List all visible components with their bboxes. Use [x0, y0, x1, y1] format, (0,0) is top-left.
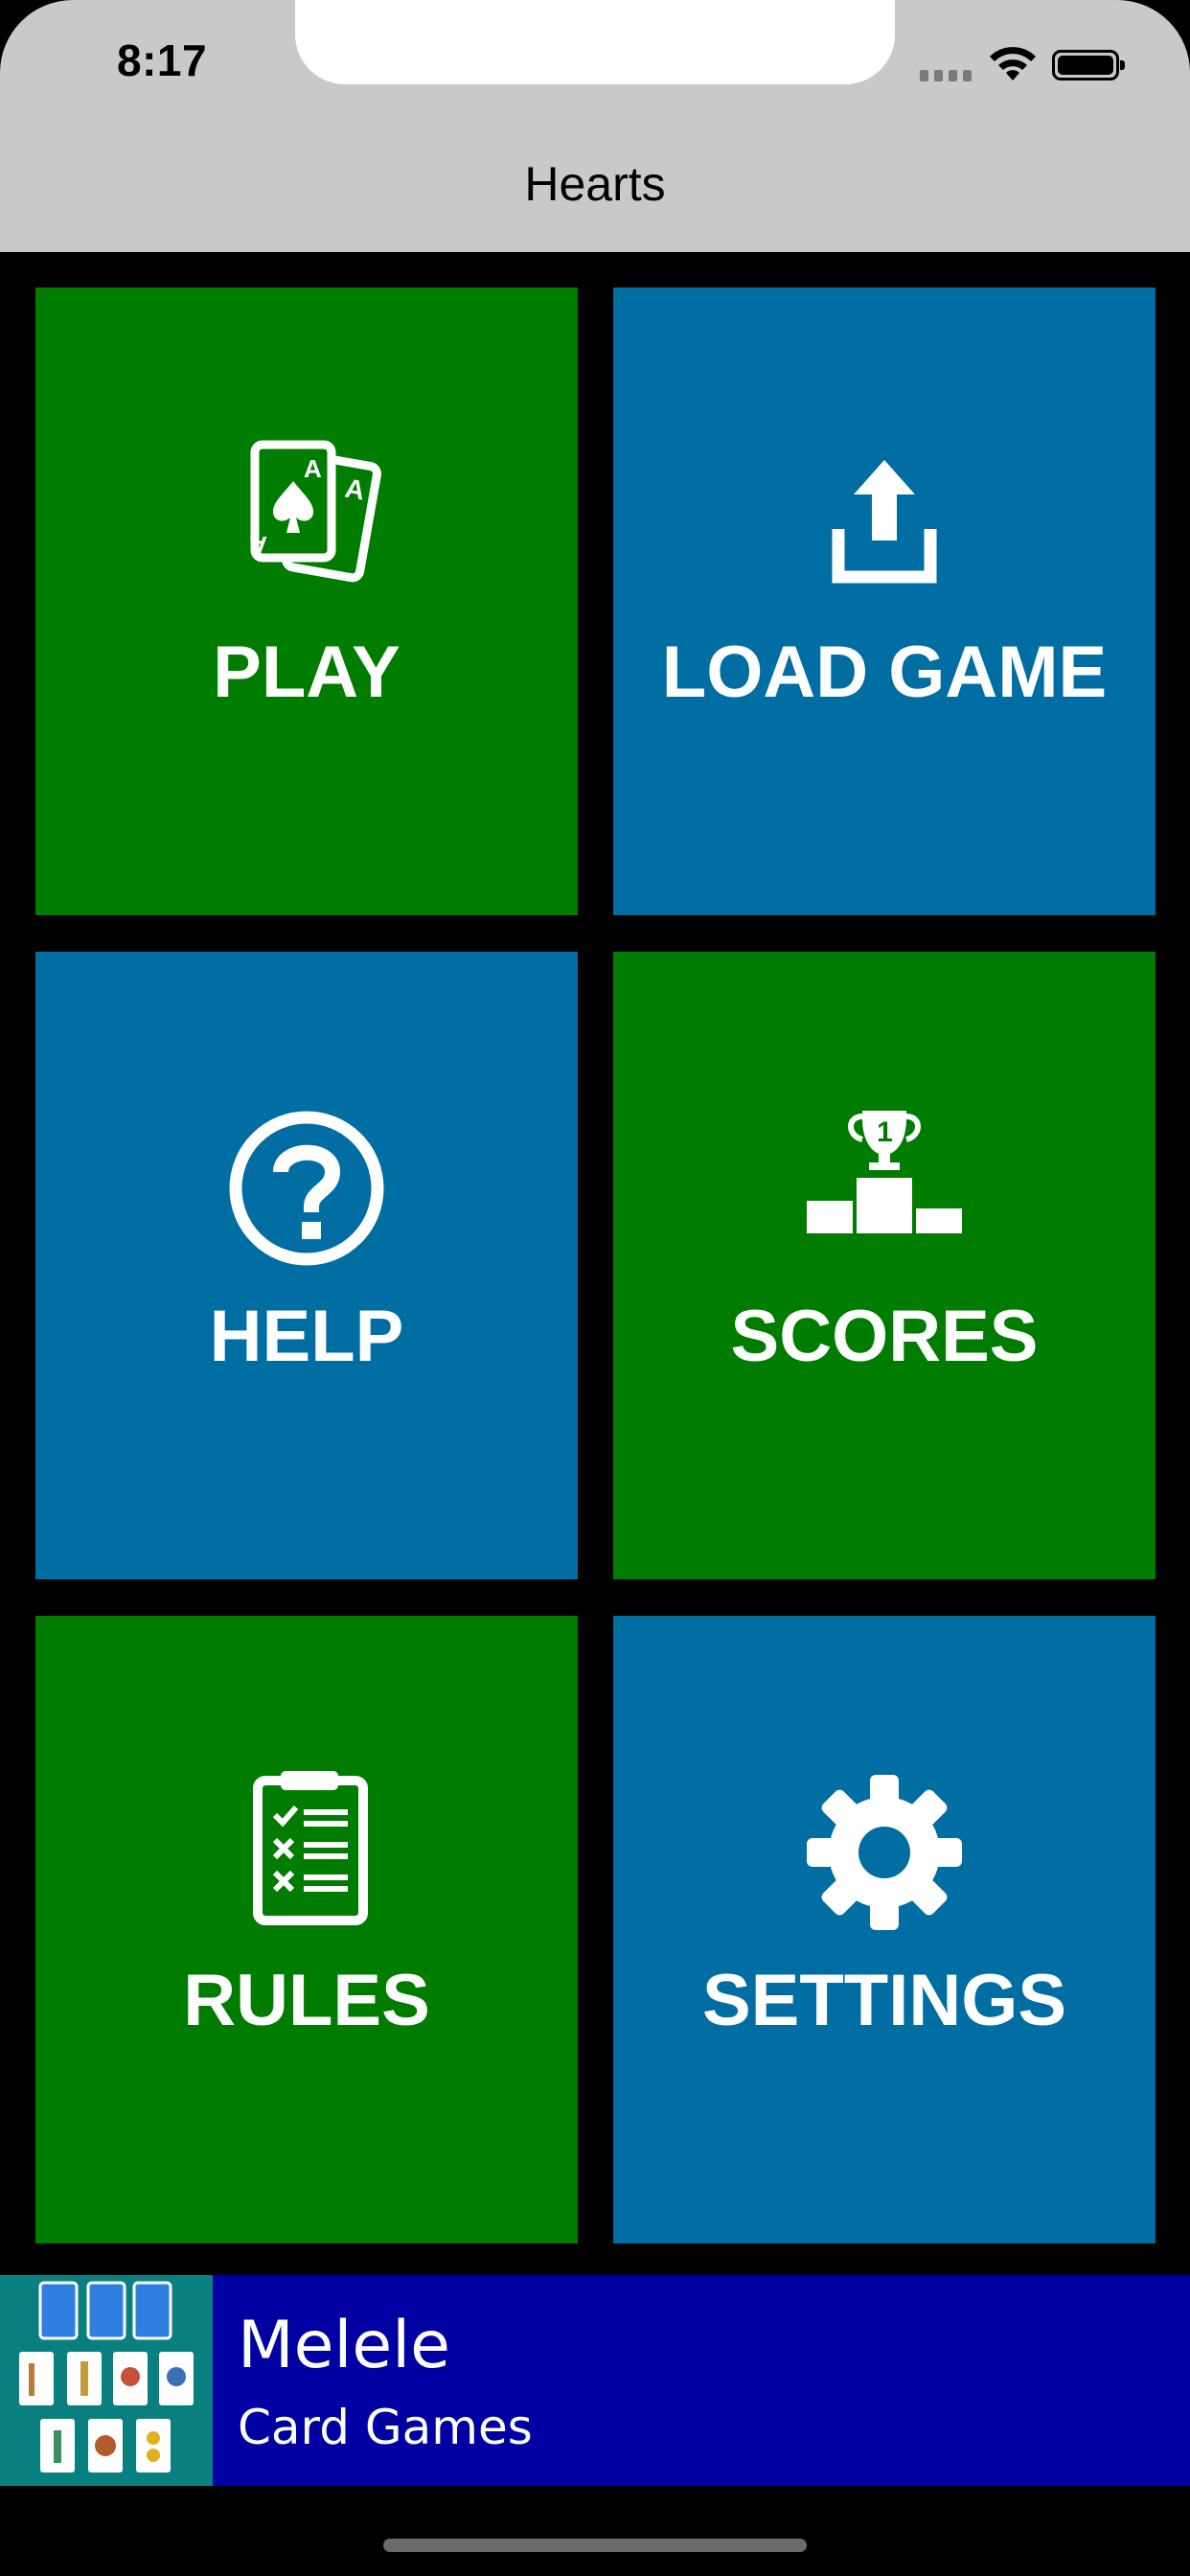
play-label: PLAY: [213, 632, 400, 713]
help-button[interactable]: HELP: [35, 952, 578, 1579]
notch: [295, 0, 895, 84]
settings-label: SETTINGS: [701, 1960, 1067, 2041]
rules-button[interactable]: RULES: [35, 1616, 578, 2243]
scores-button[interactable]: 1 SCORES: [613, 952, 1156, 1579]
ad-banner[interactable]: Melele Card Games: [0, 2275, 1190, 2486]
playing-cards-icon: A A A: [249, 440, 381, 583]
app-screen: 8:17 Hearts A A A PLAY LOAD GAME HELP 1 …: [0, 0, 1190, 2576]
page-title: Hearts: [524, 157, 666, 211]
help-label: HELP: [209, 1296, 404, 1377]
home-indicator[interactable]: [383, 2539, 807, 2552]
signal-icon: [920, 70, 973, 81]
load-game-button[interactable]: LOAD GAME: [613, 288, 1156, 915]
svg-text:A: A: [249, 531, 267, 560]
scores-label: SCORES: [730, 1296, 1039, 1377]
load-game-label: LOAD GAME: [661, 632, 1108, 713]
play-button[interactable]: A A A PLAY: [35, 288, 578, 915]
status-bar: 8:17: [0, 0, 1190, 129]
question-circle-icon: [229, 1111, 384, 1266]
podium-trophy-icon: 1: [807, 1111, 962, 1233]
wifi-icon: [990, 47, 1036, 80]
card-games-thumbnail: [0, 2275, 213, 2486]
ad-subtitle: Card Games: [238, 2400, 533, 2455]
battery-icon: [1052, 50, 1125, 80]
navigation-bar: Hearts: [0, 129, 1190, 252]
gear-icon: [807, 1775, 962, 1930]
ad-title: Melele: [238, 2308, 450, 2383]
upload-icon: [832, 460, 937, 584]
svg-text:1: 1: [877, 1116, 893, 1148]
rules-label: RULES: [183, 1960, 430, 2041]
svg-text:A: A: [304, 454, 322, 483]
settings-button[interactable]: SETTINGS: [613, 1616, 1156, 2243]
clipboard-checklist-icon: [253, 1771, 368, 1925]
status-time: 8:17: [117, 35, 208, 85]
svg-text:A: A: [343, 473, 367, 506]
